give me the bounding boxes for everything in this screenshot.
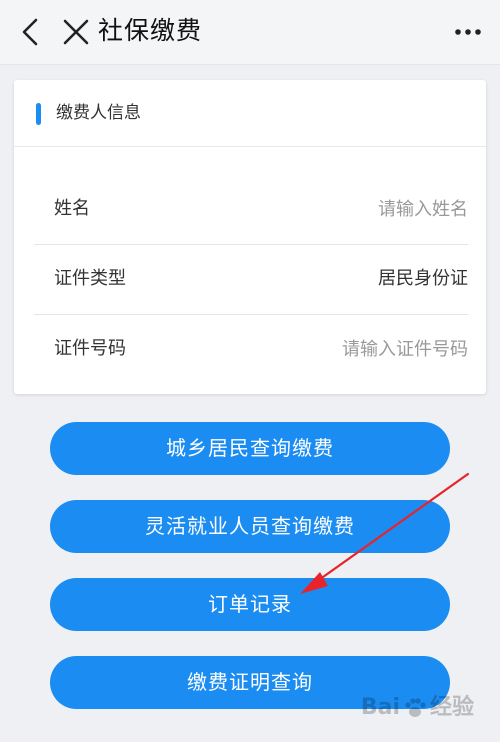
page-title: 社保缴费 [98,16,203,45]
more-dots-icon [455,29,481,35]
id-number-row[interactable]: 证件号码 [34,314,468,384]
back-button[interactable] [16,14,48,50]
id-number-input[interactable] [228,314,468,384]
name-label: 姓名 [54,198,90,219]
close-button[interactable] [60,14,92,50]
chevron-left-icon [22,18,38,46]
payer-info-card: 缴费人信息 姓名 证件类型 居民身份证 证件号码 [14,80,486,394]
id-number-label: 证件号码 [54,338,126,359]
watermark-text-left: Bai [360,695,400,720]
section-accent-bar [36,103,41,125]
name-row[interactable]: 姓名 [34,174,468,245]
flexible-employment-query-button[interactable]: 灵活就业人员查询缴费 [50,500,450,553]
order-records-button[interactable]: 订单记录 [50,578,450,631]
id-type-label: 证件类型 [54,268,126,289]
name-input[interactable] [228,174,468,244]
id-type-select[interactable]: 居民身份证 [228,244,468,314]
watermark-text-right: 经验 [429,695,474,720]
card-header: 缴费人信息 [14,80,486,147]
more-options-button[interactable] [452,18,484,46]
paw-icon [405,698,426,717]
urban-rural-query-button[interactable]: 城乡居民查询缴费 [50,422,450,475]
baidu-jingyan-watermark: Bai 经验 [361,688,474,728]
top-bar: 社保缴费 [0,0,500,65]
id-type-row[interactable]: 证件类型 居民身份证 [34,244,468,315]
card-title: 缴费人信息 [56,103,141,123]
close-icon [63,19,89,45]
